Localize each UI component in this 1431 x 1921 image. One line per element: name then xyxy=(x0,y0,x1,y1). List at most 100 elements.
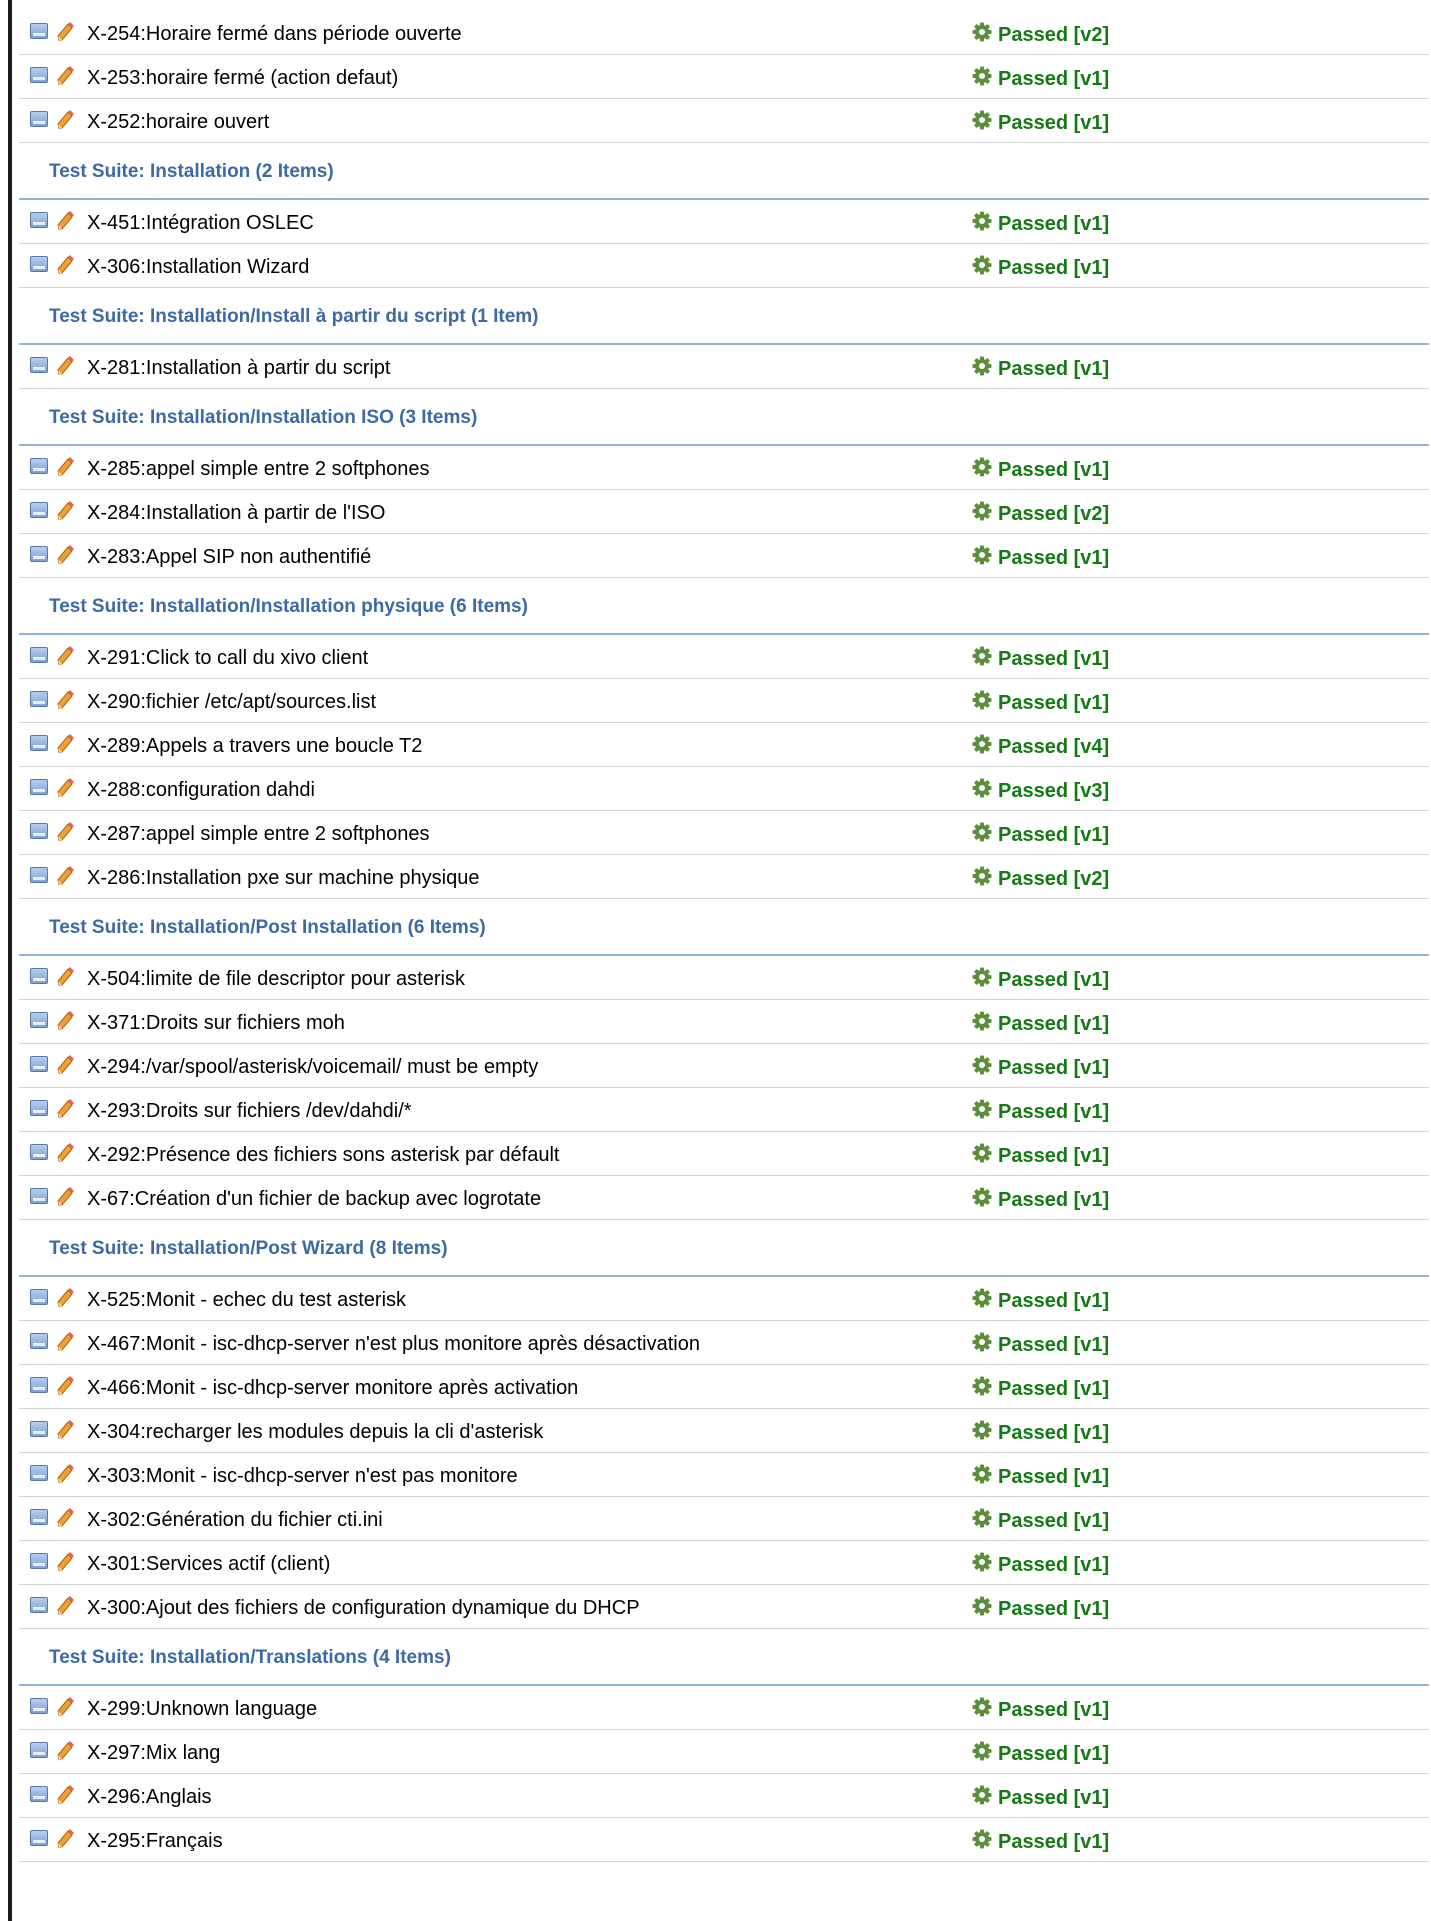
pencil-icon[interactable] xyxy=(54,733,76,755)
test-case-label[interactable]: X-525:Monit - echec du test asterisk xyxy=(87,1289,406,1311)
pencil-icon[interactable] xyxy=(54,966,76,988)
pencil-icon[interactable] xyxy=(54,1375,76,1397)
test-case-label[interactable]: X-294:/var/spool/asterisk/voicemail/ mus… xyxy=(87,1056,538,1078)
book-icon[interactable] xyxy=(30,1786,48,1802)
pencil-icon[interactable] xyxy=(54,1828,76,1850)
test-case-label[interactable]: X-253:horaire fermé (action defaut) xyxy=(87,67,398,89)
pencil-icon[interactable] xyxy=(54,544,76,566)
pencil-icon[interactable] xyxy=(54,777,76,799)
test-suite-title[interactable]: Test Suite: Installation/Translations (4… xyxy=(49,1647,451,1669)
test-case-label[interactable]: X-301:Services actif (client) xyxy=(87,1553,330,1575)
pencil-icon[interactable] xyxy=(54,645,76,667)
book-icon[interactable] xyxy=(30,1698,48,1714)
test-case-label[interactable]: X-296:Anglais xyxy=(87,1786,212,1808)
pencil-icon[interactable] xyxy=(54,1142,76,1164)
pencil-icon[interactable] xyxy=(54,1507,76,1529)
test-case-label[interactable]: X-300:Ajout des fichiers de configuratio… xyxy=(87,1597,640,1619)
book-icon[interactable] xyxy=(30,23,48,39)
book-icon[interactable] xyxy=(30,1830,48,1846)
test-case-label[interactable]: X-283:Appel SIP non authentifié xyxy=(87,546,371,568)
pencil-icon[interactable] xyxy=(54,1595,76,1617)
test-suite-title[interactable]: Test Suite: Installation/Post Installati… xyxy=(49,917,486,939)
book-icon[interactable] xyxy=(30,256,48,272)
pencil-icon[interactable] xyxy=(54,1054,76,1076)
pencil-icon[interactable] xyxy=(54,65,76,87)
pencil-icon[interactable] xyxy=(54,865,76,887)
test-suite-title[interactable]: Test Suite: Installation (2 Items) xyxy=(49,161,334,183)
pencil-icon[interactable] xyxy=(54,456,76,478)
book-icon[interactable] xyxy=(30,779,48,795)
book-icon[interactable] xyxy=(30,67,48,83)
test-case-label[interactable]: X-293:Droits sur fichiers /dev/dahdi/* xyxy=(87,1100,412,1122)
book-icon[interactable] xyxy=(30,1597,48,1613)
pencil-icon[interactable] xyxy=(54,1186,76,1208)
book-icon[interactable] xyxy=(30,357,48,373)
test-case-label[interactable]: X-371:Droits sur fichiers moh xyxy=(87,1012,345,1034)
test-suite-title[interactable]: Test Suite: Installation/Installation IS… xyxy=(49,407,477,429)
pencil-icon[interactable] xyxy=(54,254,76,276)
test-suite-title[interactable]: Test Suite: Installation/Install à parti… xyxy=(49,306,539,328)
test-case-label[interactable]: X-466:Monit - isc-dhcp-server monitore a… xyxy=(87,1377,578,1399)
test-case-label[interactable]: X-302:Génération du fichier cti.ini xyxy=(87,1509,383,1531)
pencil-icon[interactable] xyxy=(54,1010,76,1032)
book-icon[interactable] xyxy=(30,546,48,562)
test-case-label[interactable]: X-304:recharger les modules depuis la cl… xyxy=(87,1421,543,1443)
pencil-icon[interactable] xyxy=(54,1784,76,1806)
pencil-icon[interactable] xyxy=(54,1740,76,1762)
pencil-icon[interactable] xyxy=(54,821,76,843)
test-suite-title[interactable]: Test Suite: Installation/Installation ph… xyxy=(49,596,528,618)
test-case-label[interactable]: X-288:configuration dahdi xyxy=(87,779,315,801)
book-icon[interactable] xyxy=(30,823,48,839)
pencil-icon[interactable] xyxy=(54,109,76,131)
pencil-icon[interactable] xyxy=(54,689,76,711)
book-icon[interactable] xyxy=(30,212,48,228)
book-icon[interactable] xyxy=(30,647,48,663)
test-case-label[interactable]: X-299:Unknown language xyxy=(87,1698,317,1720)
pencil-icon[interactable] xyxy=(54,1287,76,1309)
book-icon[interactable] xyxy=(30,1100,48,1116)
book-icon[interactable] xyxy=(30,1465,48,1481)
pencil-icon[interactable] xyxy=(54,500,76,522)
book-icon[interactable] xyxy=(30,1289,48,1305)
test-case-label[interactable]: X-467:Monit - isc-dhcp-server n'est plus… xyxy=(87,1333,700,1355)
pencil-icon[interactable] xyxy=(54,1551,76,1573)
book-icon[interactable] xyxy=(30,502,48,518)
book-icon[interactable] xyxy=(30,1377,48,1393)
test-case-label[interactable]: X-254:Horaire fermé dans période ouverte xyxy=(87,23,462,45)
pencil-icon[interactable] xyxy=(54,1331,76,1353)
book-icon[interactable] xyxy=(30,735,48,751)
pencil-icon[interactable] xyxy=(54,1419,76,1441)
test-suite-title[interactable]: Test Suite: Installation/Post Wizard (8 … xyxy=(49,1238,448,1260)
book-icon[interactable] xyxy=(30,1012,48,1028)
test-case-label[interactable]: X-303:Monit - isc-dhcp-server n'est pas … xyxy=(87,1465,518,1487)
test-case-label[interactable]: X-504:limite de file descriptor pour ast… xyxy=(87,968,465,990)
book-icon[interactable] xyxy=(30,968,48,984)
test-case-label[interactable]: X-306:Installation Wizard xyxy=(87,256,309,278)
pencil-icon[interactable] xyxy=(54,1463,76,1485)
test-case-label[interactable]: X-285:appel simple entre 2 softphones xyxy=(87,458,429,480)
pencil-icon[interactable] xyxy=(54,355,76,377)
pencil-icon[interactable] xyxy=(54,21,76,43)
book-icon[interactable] xyxy=(30,691,48,707)
book-icon[interactable] xyxy=(30,1056,48,1072)
test-case-label[interactable]: X-286:Installation pxe sur machine physi… xyxy=(87,867,479,889)
book-icon[interactable] xyxy=(30,1421,48,1437)
book-icon[interactable] xyxy=(30,1188,48,1204)
test-case-label[interactable]: X-291:Click to call du xivo client xyxy=(87,647,368,669)
pencil-icon[interactable] xyxy=(54,1098,76,1120)
pencil-icon[interactable] xyxy=(54,210,76,232)
book-icon[interactable] xyxy=(30,1553,48,1569)
test-case-label[interactable]: X-295:Français xyxy=(87,1830,223,1852)
book-icon[interactable] xyxy=(30,111,48,127)
book-icon[interactable] xyxy=(30,1144,48,1160)
test-case-label[interactable]: X-284:Installation à partir de l'ISO xyxy=(87,502,385,524)
book-icon[interactable] xyxy=(30,1333,48,1349)
test-case-label[interactable]: X-287:appel simple entre 2 softphones xyxy=(87,823,429,845)
test-case-label[interactable]: X-297:Mix lang xyxy=(87,1742,220,1764)
book-icon[interactable] xyxy=(30,867,48,883)
test-case-label[interactable]: X-289:Appels a travers une boucle T2 xyxy=(87,735,422,757)
test-case-label[interactable]: X-252:horaire ouvert xyxy=(87,111,269,133)
test-case-label[interactable]: X-67:Création d'un fichier de backup ave… xyxy=(87,1188,541,1210)
test-case-label[interactable]: X-292:Présence des fichiers sons asteris… xyxy=(87,1144,559,1166)
test-case-label[interactable]: X-281:Installation à partir du script xyxy=(87,357,391,379)
